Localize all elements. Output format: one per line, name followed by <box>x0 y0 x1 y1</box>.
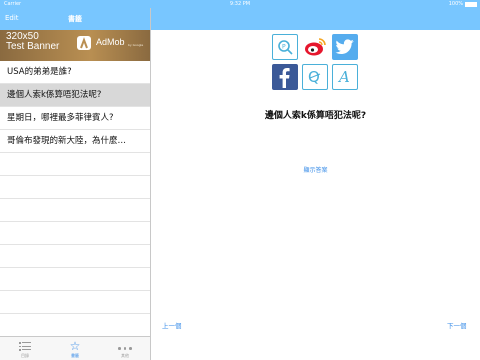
tab-catalog[interactable]: 目錄 <box>5 339 45 360</box>
tab-bar: 目錄 ☆ 書籤 其他 <box>0 336 150 360</box>
list-item[interactable]: 哥倫布發現的新大陸，為什麼… <box>0 130 150 153</box>
tab-more[interactable]: 其他 <box>105 339 145 360</box>
list-item-label: 邊個人索k係算唔犯法呢? <box>7 90 102 100</box>
qzone-icon[interactable]: Q <box>302 64 328 90</box>
svg-text:Q: Q <box>308 68 320 86</box>
list-item-label: 星期日，哪裡最多菲律賓人? <box>7 113 114 123</box>
ad-test-text: Test Banner <box>6 41 60 52</box>
empty-row <box>0 199 150 222</box>
detail-nav-bar <box>151 8 480 30</box>
plus-app-icon[interactable]: P <box>272 34 298 60</box>
list-item[interactable]: USA的弟弟是誰? <box>0 61 150 84</box>
admob-brand: AdMob <box>96 37 125 47</box>
previous-button[interactable]: 上一個 <box>162 320 182 330</box>
star-icon: ☆ <box>69 339 81 353</box>
list-item-selected[interactable]: 邊個人索k係算唔犯法呢? <box>0 84 150 107</box>
tab-label: 其他 <box>121 353 129 358</box>
question-text: 邊個人索k係算唔犯法呢? <box>264 111 367 121</box>
a-app-icon[interactable]: A <box>332 64 358 90</box>
list-item[interactable]: 星期日，哪裡最多菲律賓人? <box>0 107 150 130</box>
master-pane: Edit 書籤 320x50 Test Banner AdMob by Goog… <box>0 8 151 360</box>
empty-row <box>0 268 150 291</box>
list-item-label: USA的弟弟是誰? <box>7 67 72 77</box>
master-title: 書籤 <box>68 15 82 23</box>
weibo-icon[interactable] <box>302 34 328 60</box>
list-icon <box>5 339 45 353</box>
admob-by-google: by Google <box>128 43 144 47</box>
battery-indicator: 100% <box>449 1 477 7</box>
twitter-icon[interactable] <box>332 34 358 60</box>
clock: 9:32 PM <box>229 1 251 7</box>
battery-percent: 100% <box>448 1 463 7</box>
bookmark-list: USA的弟弟是誰? 邊個人索k係算唔犯法呢? 星期日，哪裡最多菲律賓人? 哥倫布… <box>0 61 150 337</box>
admob-logo-icon <box>77 36 91 50</box>
empty-row <box>0 153 150 176</box>
ad-banner[interactable]: 320x50 Test Banner AdMob by Google <box>0 30 150 61</box>
tab-label: 書籤 <box>71 353 79 358</box>
tab-label: 目錄 <box>21 353 29 358</box>
empty-row <box>0 291 150 314</box>
facebook-icon[interactable] <box>272 64 298 90</box>
next-button[interactable]: 下一個 <box>447 320 467 330</box>
svg-text:P: P <box>282 44 286 51</box>
empty-row <box>0 222 150 245</box>
svg-text:A: A <box>337 68 350 86</box>
tab-bookmarks[interactable]: ☆ 書籤 <box>55 339 95 360</box>
show-answer-button[interactable]: 顯示答案 <box>151 165 480 174</box>
empty-row <box>0 314 150 337</box>
status-bar: Carrier 9:32 PM 100% <box>0 0 480 8</box>
master-nav-bar: Edit 書籤 <box>0 8 150 30</box>
more-icon <box>105 339 145 353</box>
list-item-label: 哥倫布發現的新大陸，為什麼… <box>7 136 127 146</box>
battery-icon <box>465 1 477 7</box>
empty-row <box>0 176 150 199</box>
empty-row <box>0 245 150 268</box>
